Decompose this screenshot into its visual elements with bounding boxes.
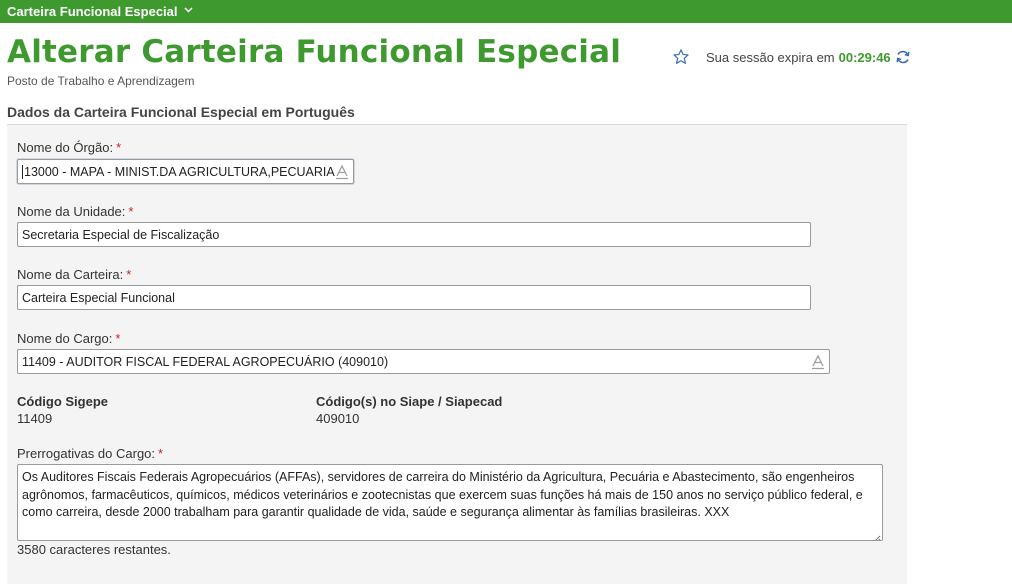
unidade-value: Secretaria Especial de Fiscalização xyxy=(22,227,220,242)
cargo-label: Nome do Cargo: * xyxy=(17,331,121,346)
star-icon[interactable] xyxy=(672,48,690,66)
carteira-label: Nome da Carteira: * xyxy=(17,267,132,282)
session-label: Sua sessão expira em xyxy=(706,49,835,65)
section-title: Dados da Carteira Funcional Especial em … xyxy=(7,104,355,120)
orgao-label: Nome do Órgão: * xyxy=(17,140,122,155)
prerrogativas-value: Os Auditores Fiscais Federais Agropecuár… xyxy=(22,470,863,519)
text-caret xyxy=(22,164,23,179)
cargo-input[interactable]: 11409 - AUDITOR FISCAL FEDERAL AGROPECUÁ… xyxy=(17,349,830,374)
chars-remaining: 3580 caracteres restantes. xyxy=(17,542,171,557)
sigepe-label: Código Sigepe xyxy=(17,394,108,409)
carteira-value: Carteira Especial Funcional xyxy=(22,290,175,305)
cargo-value: 11409 - AUDITOR FISCAL FEDERAL AGROPECUÁ… xyxy=(22,354,389,369)
top-menu-bar[interactable]: Carteira Funcional Especial xyxy=(0,0,1012,23)
page-subtitle: Posto de Trabalho e Aprendizagem xyxy=(7,74,195,88)
prerrogativas-label: Prerrogativas do Cargo: * xyxy=(17,446,164,461)
unidade-label: Nome da Unidade: * xyxy=(17,204,134,219)
sigepe-value: 11409 xyxy=(17,411,53,426)
autocomplete-icon[interactable] xyxy=(811,354,825,370)
required-marker: * xyxy=(115,331,121,346)
session-time: 00:29:46 xyxy=(838,49,891,65)
page-title: Alterar Carteira Funcional Especial xyxy=(7,34,622,70)
orgao-value: 13000 - MAPA - MINIST.DA AGRICULTURA,PEC… xyxy=(24,164,335,179)
chevron-down-icon[interactable] xyxy=(183,5,193,16)
menu-title[interactable]: Carteira Funcional Especial xyxy=(7,4,178,19)
session-timer: Sua sessão expira em 00:29:46 xyxy=(672,48,911,66)
refresh-icon[interactable] xyxy=(895,49,911,65)
siape-value: 409010 xyxy=(316,411,360,426)
required-marker: * xyxy=(126,267,132,282)
autocomplete-icon[interactable] xyxy=(335,164,349,180)
unidade-input[interactable]: Secretaria Especial de Fiscalização xyxy=(17,222,811,247)
carteira-input[interactable]: Carteira Especial Funcional xyxy=(17,285,811,310)
siape-label: Código(s) no Siape / Siapecad xyxy=(316,394,503,409)
prerrogativas-textarea[interactable]: Os Auditores Fiscais Federais Agropecuár… xyxy=(17,464,883,541)
required-marker: * xyxy=(128,204,134,219)
required-marker: * xyxy=(158,446,164,461)
orgao-input[interactable]: 13000 - MAPA - MINIST.DA AGRICULTURA,PEC… xyxy=(17,159,354,184)
resize-grip-icon[interactable] xyxy=(873,531,881,540)
required-marker: * xyxy=(116,140,122,155)
